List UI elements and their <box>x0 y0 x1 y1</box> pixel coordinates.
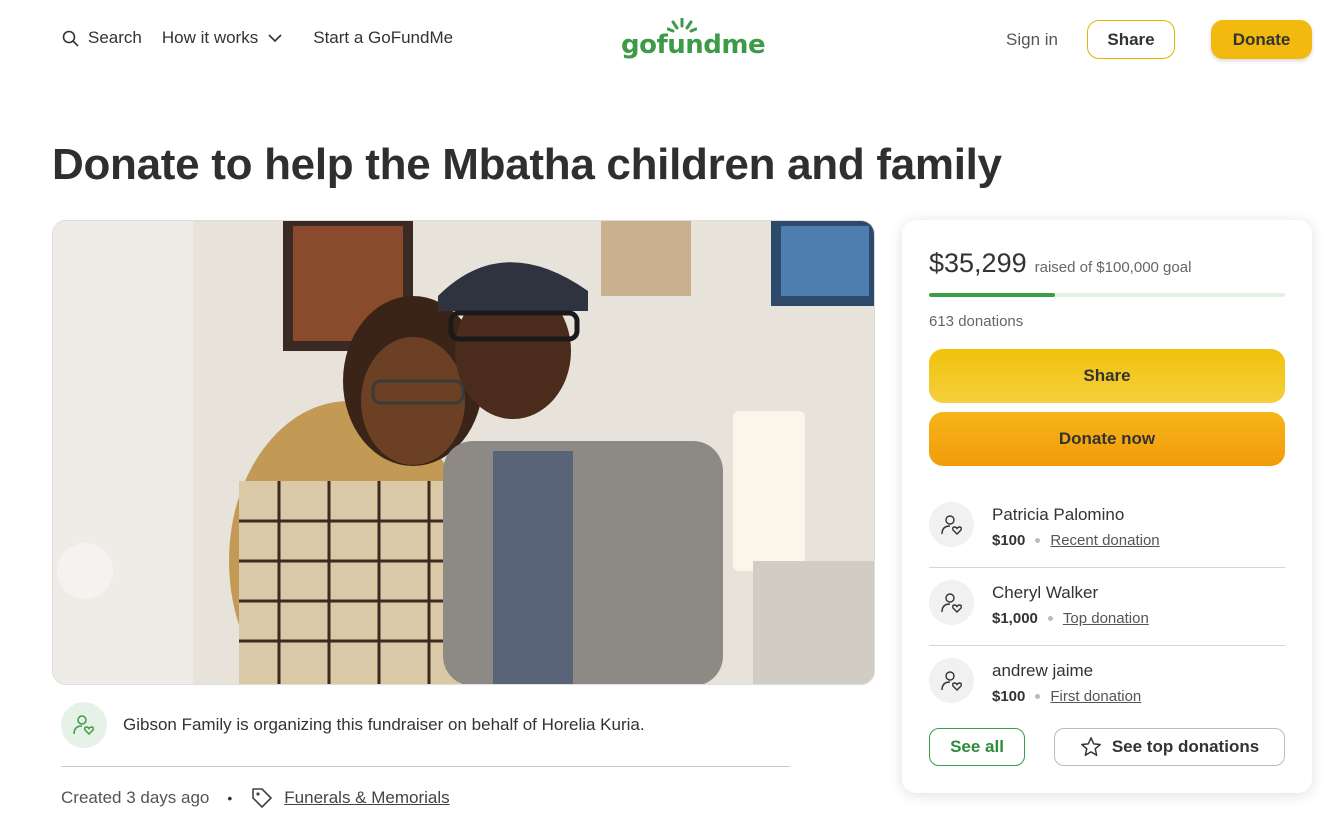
start-label: Start a GoFundMe <box>313 28 454 47</box>
donor-avatar <box>929 658 974 703</box>
donor-name: Cheryl Walker <box>992 583 1099 602</box>
start-gofundme-link[interactable]: Start a GoFundMe <box>313 28 453 48</box>
dot-separator <box>1047 616 1053 621</box>
donation-card: $35,299 raised of $100,000 goal 613 dona… <box>902 220 1312 793</box>
progress-fill <box>929 293 1055 297</box>
campaign-photo <box>52 220 875 685</box>
nav-left: Search How it works Start a GoFundMe <box>62 28 453 48</box>
donor-details: $100 Recent donation <box>992 532 1160 549</box>
meta-separator: • <box>227 790 233 806</box>
raised-summary: $35,299 raised of $100,000 goal <box>929 248 1191 279</box>
donor-item: Cheryl Walker $1,000 Top donation <box>929 568 1285 646</box>
chevron-down-icon <box>268 33 282 42</box>
donor-amount: $100 <box>992 532 1026 549</box>
search-icon <box>62 30 79 46</box>
how-it-works-menu[interactable]: How it works <box>162 28 282 48</box>
tag-icon <box>252 788 273 808</box>
donor-item: Patricia Palomino $100 Recent donation <box>929 490 1285 568</box>
organizer-info: Gibson Family is organizing this fundrai… <box>61 702 645 748</box>
see-top-donations-button[interactable]: See top donations <box>1054 728 1285 766</box>
raised-amount: $35,299 <box>929 248 1027 278</box>
progress-bar <box>929 293 1285 297</box>
organizer-text: Gibson Family is organizing this fundrai… <box>123 715 645 734</box>
nav-right: Sign in Share Donate <box>1006 20 1312 59</box>
search-label: Search <box>88 28 142 47</box>
logo-text: gofundme <box>621 30 766 60</box>
see-all-button[interactable]: See all <box>929 728 1025 766</box>
user-heart-icon <box>940 670 962 691</box>
campaign-meta: Created 3 days ago • Funerals & Memorial… <box>61 786 450 810</box>
donation-type-link[interactable]: Recent donation <box>1050 532 1159 549</box>
donor-item: andrew jaime $100 First donation <box>929 646 1285 724</box>
header-share-button[interactable]: Share <box>1087 20 1175 59</box>
share-button[interactable]: Share <box>929 349 1285 403</box>
donor-details: $100 First donation <box>992 688 1141 705</box>
donate-now-button[interactable]: Donate now <box>929 412 1285 466</box>
donor-avatar <box>929 502 974 547</box>
donor-avatar <box>929 580 974 625</box>
dot-separator <box>1035 538 1041 543</box>
goal-text: raised of $100,000 goal <box>1034 259 1192 276</box>
donation-type-link[interactable]: First donation <box>1050 688 1141 705</box>
donor-details: $1,000 Top donation <box>992 610 1149 627</box>
created-date: Created 3 days ago <box>61 788 210 807</box>
organizer-avatar <box>61 702 107 748</box>
dot-separator <box>1035 694 1041 699</box>
donor-amount: $1,000 <box>992 610 1038 627</box>
search-link[interactable]: Search <box>62 28 142 48</box>
donation-count: 613 donations <box>929 313 1024 330</box>
gofundme-logo[interactable]: gofundme <box>621 18 766 64</box>
user-heart-icon <box>940 514 962 535</box>
page-title: Donate to help the Mbatha children and f… <box>52 140 1002 189</box>
user-heart-icon <box>940 592 962 613</box>
donor-list: Patricia Palomino $100 Recent donation C… <box>929 490 1285 724</box>
category-link[interactable]: Funerals & Memorials <box>284 788 449 808</box>
star-icon <box>1080 737 1101 756</box>
header-donate-button[interactable]: Donate <box>1211 20 1312 59</box>
divider <box>61 766 790 767</box>
site-header: Search How it works Start a GoFundMe gof… <box>0 0 1334 82</box>
sign-in-link[interactable]: Sign in <box>1006 30 1058 50</box>
donor-amount: $100 <box>992 688 1026 705</box>
donor-name: Patricia Palomino <box>992 505 1125 524</box>
see-top-label: See top donations <box>1111 737 1260 756</box>
donation-type-link[interactable]: Top donation <box>1063 610 1149 627</box>
donor-name: andrew jaime <box>992 661 1094 680</box>
how-it-works-label: How it works <box>161 28 259 47</box>
user-heart-icon <box>73 715 95 736</box>
